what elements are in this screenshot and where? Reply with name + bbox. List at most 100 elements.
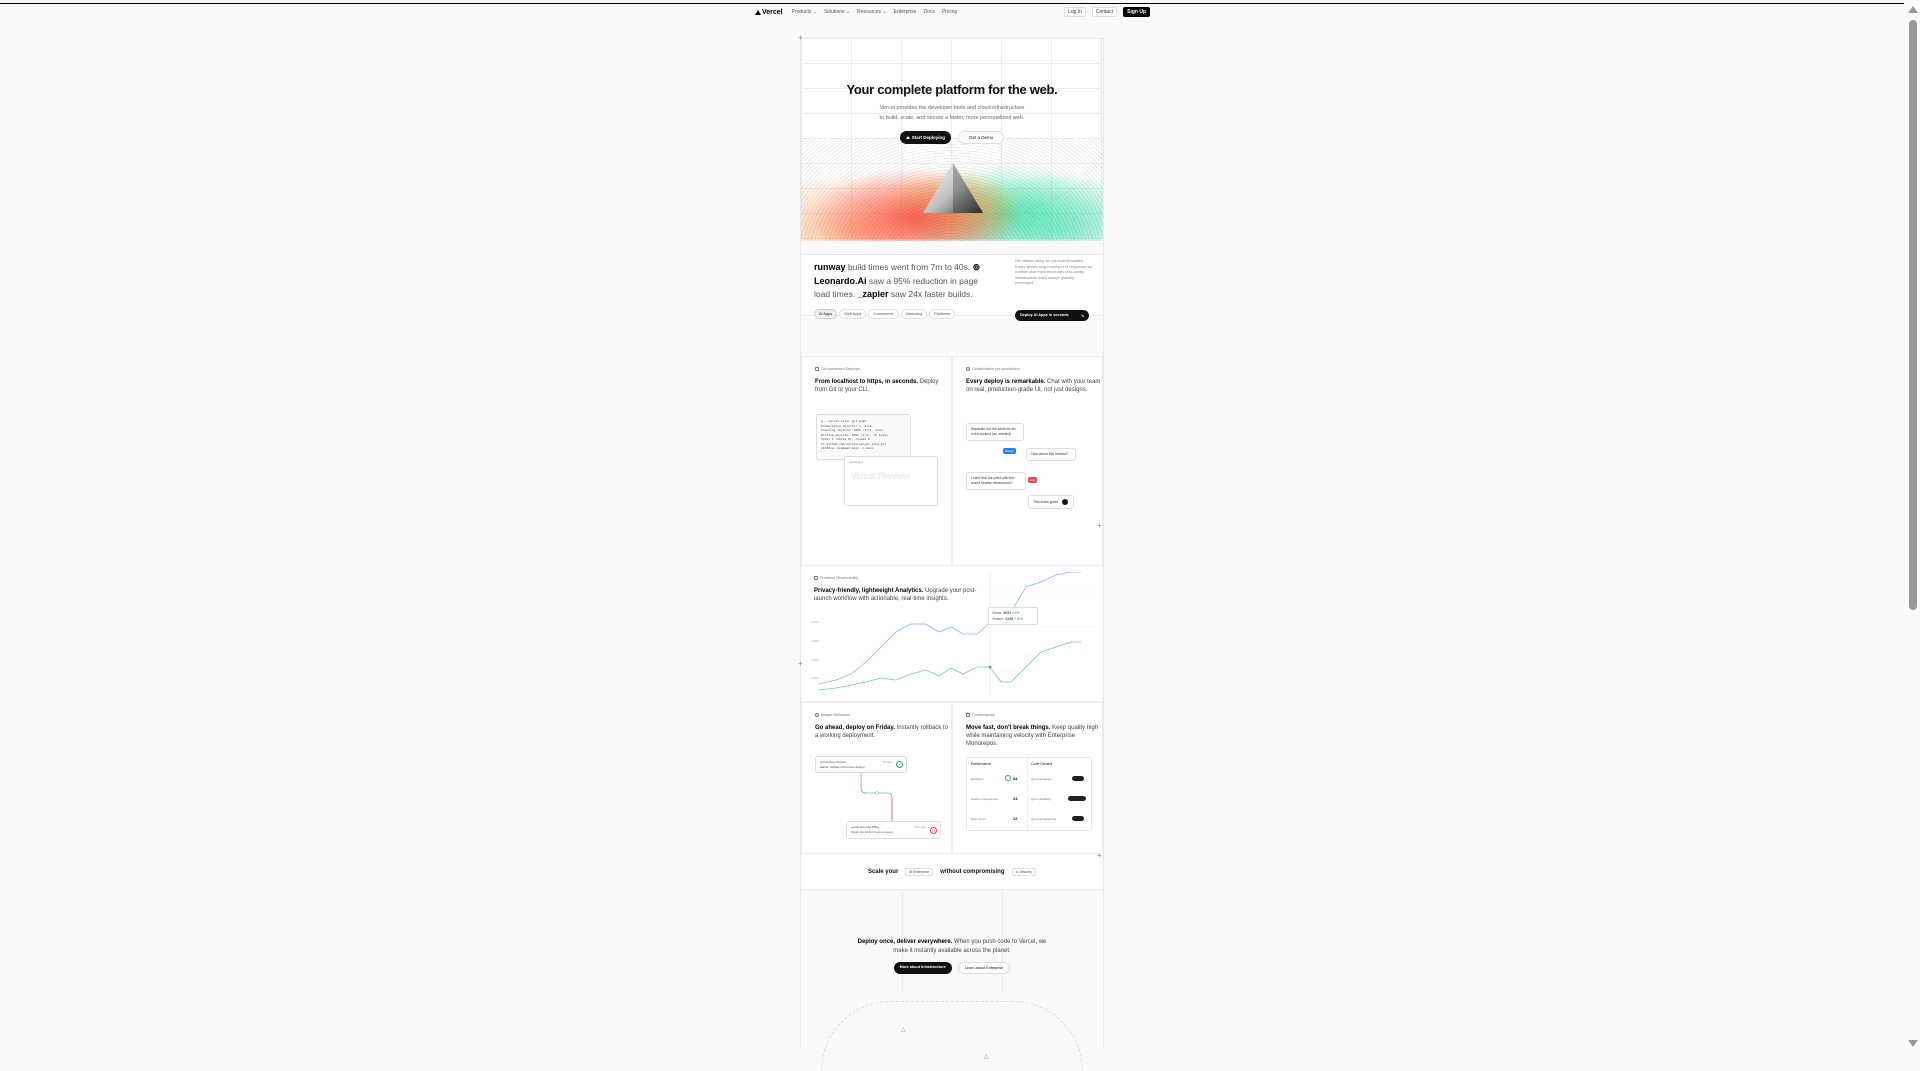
card-kicker: Instant Rollbacks — [815, 713, 850, 717]
deploy-ai-apps-button[interactable]: Deploy AI Apps in seconds ↘ — [1015, 310, 1089, 321]
success-check-icon: ✓ — [896, 761, 903, 768]
scroll-down-arrow-icon[interactable] — [1908, 1040, 1918, 1047]
globe-graphic — [821, 1001, 1083, 1071]
global-headline: Deploy once, deliver everywhere. When yo… — [857, 939, 1047, 954]
comment-bubble[interactable]: How about this instead? — [1026, 448, 1076, 461]
avatar-group — [1068, 796, 1086, 801]
nav-enterprise[interactable]: Enterprise — [894, 9, 917, 15]
terminal-output: ▲ ~ vercel-site/ git push Enumerating ob… — [816, 414, 911, 460]
card-title: From localhost to https, in seconds. Dep… — [815, 379, 939, 393]
start-deploying-button[interactable]: Start Deploying — [899, 131, 951, 144]
tab-marketing[interactable]: Marketing — [900, 309, 928, 319]
tab-platforms[interactable]: Platforms — [929, 309, 956, 319]
tab-ai-apps[interactable]: AI Apps — [814, 309, 838, 319]
scale-banner: Scale your ⊞ Enterprise without compromi… — [801, 854, 1103, 890]
card-title: Move fast, don't break things. Keep qual… — [966, 725, 1099, 747]
comment-bubble[interactable]: Separate out the sections for extra cont… — [966, 423, 1024, 441]
infrastructure-button[interactable]: More about Infrastructure — [893, 962, 952, 974]
customer-stats-section: runway build times went from 7m to 40s. … — [801, 254, 1103, 321]
scroll-up-arrow-icon[interactable] — [1908, 6, 1918, 13]
conformance-table: Performance Code Owners Excellent 84 @ve… — [966, 757, 1092, 832]
user-chip-eng: Eng — [1028, 477, 1037, 483]
top-navbar: Vercel Products ⌄ Solutions ⌄ Resources … — [755, 6, 1150, 18]
enterprise-button[interactable]: Learn about Enterprise — [957, 962, 1011, 974]
corner-plus-icon: + — [1097, 521, 1102, 530]
hover-point — [988, 665, 992, 669]
runway-logo: runway — [814, 262, 846, 272]
templates-description: Get started using our pre-built template… — [1015, 259, 1093, 285]
main-column: + Your complete platform for the web. Ve… — [798, 34, 1104, 1071]
score-ring-icon — [1005, 775, 1011, 781]
scale-text: without compromising — [940, 868, 1005, 875]
nav-resources[interactable]: Resources ⌄ — [857, 9, 887, 15]
rollback-icon — [815, 713, 819, 717]
card-kicker: Git-connected Deploys — [815, 367, 859, 371]
global-network-section: Deploy once, deliver everywhere. When yo… — [801, 891, 1103, 1071]
collab-card: Collaborative pre-production Every deplo… — [952, 356, 1103, 566]
vercel-triangle-icon — [755, 9, 761, 15]
y-tick: 2,400 — [811, 639, 819, 643]
column-header: Code Owners — [1031, 762, 1053, 766]
get-demo-button[interactable]: Get a Demo — [958, 131, 1005, 144]
send-icon — [1061, 499, 1068, 505]
analytics-tooltip: Views 4631 +4% Visitors 2226 +18% — [988, 607, 1038, 625]
hero-subtitle: Vercel provides the developer tools and … — [879, 105, 1025, 121]
zapier-logo: _zapier — [857, 289, 889, 299]
rollback-connector — [860, 773, 893, 821]
comment-bubble[interactable]: I can't find the point with the brand he… — [966, 472, 1026, 490]
user-chip-design: Design — [1003, 448, 1016, 454]
contact-button[interactable]: Contact — [1091, 7, 1118, 17]
conformance-card: Conformance Move fast, don't break thing… — [952, 702, 1103, 854]
y-tick: 1,200 — [811, 658, 819, 662]
region-triangle-icon: △ — [901, 1027, 906, 1033]
customer-stats-text: runway build times went from 7m to 40s. … — [814, 262, 981, 299]
preview-watermark: Vercel Preview — [851, 471, 910, 481]
vercel-triangle-icon — [905, 136, 910, 139]
comment-bubble[interactable]: This looks great — [1028, 495, 1074, 509]
nav-solutions[interactable]: Solutions ⌄ — [824, 9, 850, 15]
region-triangle-icon: △ — [984, 1054, 989, 1060]
card-kicker: Collaborative pre-production — [966, 367, 1020, 371]
scale-text: Scale your — [867, 868, 899, 875]
nav-pricing[interactable]: Pricing — [942, 9, 957, 15]
analytics-section: Frontend Observability Privacy-friendly,… — [801, 566, 1103, 702]
git-branch-icon — [815, 367, 819, 371]
nav-docs[interactable]: Docs — [923, 9, 934, 15]
analytics-chart: 3,600 2,400 1,200 1,000 — [811, 572, 1101, 700]
signup-button[interactable]: Sign Up — [1123, 7, 1150, 17]
deployment-preview[interactable]: vercel.app Vercel Preview — [844, 456, 938, 506]
rollback-card: Instant Rollbacks Go ahead, deploy on Fr… — [801, 702, 952, 854]
login-button[interactable]: Log In — [1063, 7, 1086, 17]
tab-ecommerce[interactable]: Ecommerce — [868, 309, 899, 319]
security-badge[interactable]: ⊙ Security — [1011, 867, 1037, 876]
y-tick: 1,000 — [811, 676, 819, 680]
hero-title: Your complete platform for the web. — [846, 82, 1058, 97]
avatar-group — [1072, 776, 1084, 781]
shield-icon — [966, 713, 970, 717]
views-line — [818, 572, 1081, 685]
brand-name: Vercel — [762, 8, 783, 16]
tab-web-apps[interactable]: Web Apps — [839, 309, 867, 319]
corner-plus-icon: + — [1097, 851, 1102, 860]
card-title: Every deploy is remarkable. Chat with yo… — [966, 379, 1101, 393]
deployment-url: vercel.app — [849, 460, 863, 464]
deployment-item[interactable]: vercel-site pdg-7f8oe fix(ui): Fix CLS i… — [846, 821, 941, 839]
prism-triangle-icon — [923, 163, 983, 213]
y-tick: 3,600 — [811, 620, 819, 624]
corner-plus-icon: + — [798, 659, 803, 668]
git-deploys-card: Git-connected Deploys From localhost to … — [801, 356, 952, 566]
deployment-item[interactable]: vercel-site pdt-fyow feat/ui: Update hom… — [815, 756, 907, 773]
card-title: Go ahead, deploy on Friday. Instantly ro… — [815, 725, 948, 739]
comment-icon — [966, 367, 970, 371]
enterprise-badge[interactable]: ⊞ Enterprise — [905, 867, 934, 876]
vercel-logo[interactable]: Vercel — [755, 9, 783, 16]
column-header: Performance — [971, 762, 992, 766]
card-kicker: Conformance — [966, 713, 995, 717]
window-top-border — [0, 3, 1904, 4]
avatar-group — [1072, 816, 1084, 821]
nav-products[interactable]: Products ⌄ — [792, 9, 817, 15]
scrollbar-thumb[interactable] — [1909, 20, 1917, 610]
rollback-arrow-icon: ↺ — [930, 827, 937, 834]
visitors-line — [818, 641, 1081, 691]
use-case-tabs: AI Apps Web Apps Ecommerce Marketing Pla… — [814, 309, 956, 319]
